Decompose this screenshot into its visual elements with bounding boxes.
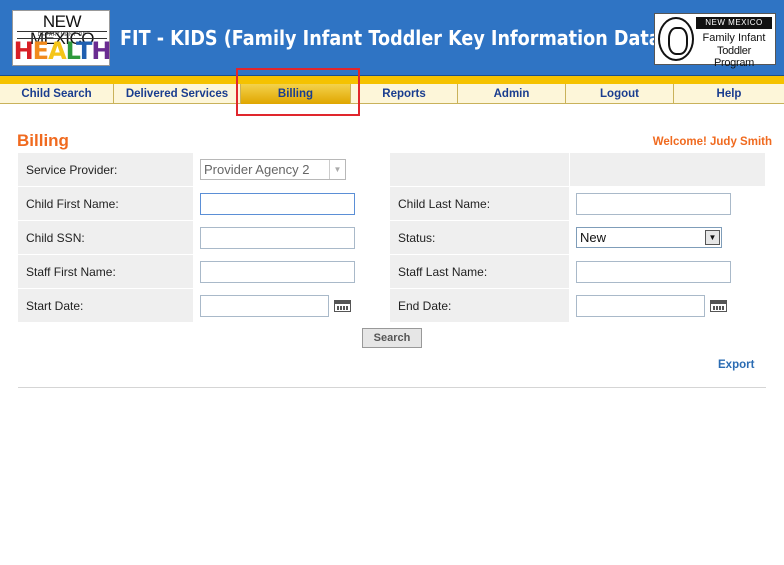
fit-logo-line-1: Family Infant: [702, 32, 766, 44]
form-row-ssn-status: Child SSN: Status: New ▼: [18, 221, 766, 255]
start-date-input[interactable]: [200, 294, 329, 317]
staff-last-name-input[interactable]: [576, 260, 731, 283]
export-link[interactable]: Export: [718, 359, 754, 371]
status-label: Status:: [390, 221, 570, 254]
nm-health-logo: NEW MEXICO DEPARTMENT OF HEALTH: [12, 10, 112, 66]
status-select[interactable]: New ▼: [576, 227, 722, 248]
section-divider: [18, 387, 766, 388]
child-ssn-label: Child SSN:: [18, 221, 194, 254]
nav-child-search[interactable]: Child Search: [0, 84, 114, 104]
welcome-message: Welcome! Judy Smith: [652, 136, 772, 148]
end-date-input[interactable]: [576, 294, 705, 317]
fit-program-logo: NEW MEXICO Family Infant Toddler Program: [654, 13, 776, 69]
nav-help[interactable]: Help: [674, 84, 784, 104]
service-provider-select: Provider Agency 2 ▼: [200, 159, 346, 180]
staff-last-name-label: Staff Last Name:: [390, 255, 570, 288]
family-emblem-icon: [658, 17, 694, 61]
status-value: New: [580, 230, 607, 245]
form-row-provider: Service Provider: Provider Agency 2 ▼: [18, 153, 766, 187]
page-title: Billing: [17, 131, 69, 150]
staff-first-name-input[interactable]: [200, 260, 355, 283]
logo-health-word: HEALTH: [13, 37, 112, 65]
main-nav: Child Search Delivered Services Billing …: [0, 84, 784, 104]
child-last-name-input[interactable]: [576, 192, 731, 215]
calendar-icon[interactable]: [710, 299, 727, 312]
nav-delivered-services[interactable]: Delivered Services: [114, 84, 241, 104]
nav-admin[interactable]: Admin: [458, 84, 566, 104]
fit-logo-line-2: Toddler Program: [713, 45, 755, 69]
staff-first-name-label: Staff First Name:: [18, 255, 194, 288]
calendar-icon[interactable]: [334, 299, 351, 312]
app-header: NEW MEXICO DEPARTMENT OF HEALTH FIT - KI…: [0, 0, 784, 76]
service-provider-label: Service Provider:: [18, 153, 194, 186]
nav-logout[interactable]: Logout: [566, 84, 674, 104]
child-ssn-input[interactable]: [200, 226, 355, 249]
service-provider-value: Provider Agency 2: [204, 162, 310, 177]
child-first-name-label: Child First Name:: [18, 187, 194, 220]
chevron-down-icon: ▼: [329, 160, 345, 179]
form-row-staff-name: Staff First Name: Staff Last Name:: [18, 255, 766, 289]
nav-billing[interactable]: Billing: [241, 84, 351, 104]
fit-logo-banner: NEW MEXICO: [696, 17, 772, 29]
end-date-label: End Date:: [390, 289, 570, 322]
chevron-down-icon[interactable]: ▼: [705, 230, 720, 245]
search-button[interactable]: Search: [362, 328, 422, 348]
child-first-name-input[interactable]: [200, 192, 355, 215]
form-row-dates: Start Date: End Date:: [18, 289, 766, 323]
child-last-name-label: Child Last Name:: [390, 187, 570, 220]
header-accent-band: [0, 76, 784, 84]
billing-search-form: Service Provider: Provider Agency 2 ▼ Ch…: [18, 153, 766, 323]
start-date-label: Start Date:: [18, 289, 194, 322]
form-row-child-name: Child First Name: Child Last Name:: [18, 187, 766, 221]
nav-reports[interactable]: Reports: [351, 84, 458, 104]
